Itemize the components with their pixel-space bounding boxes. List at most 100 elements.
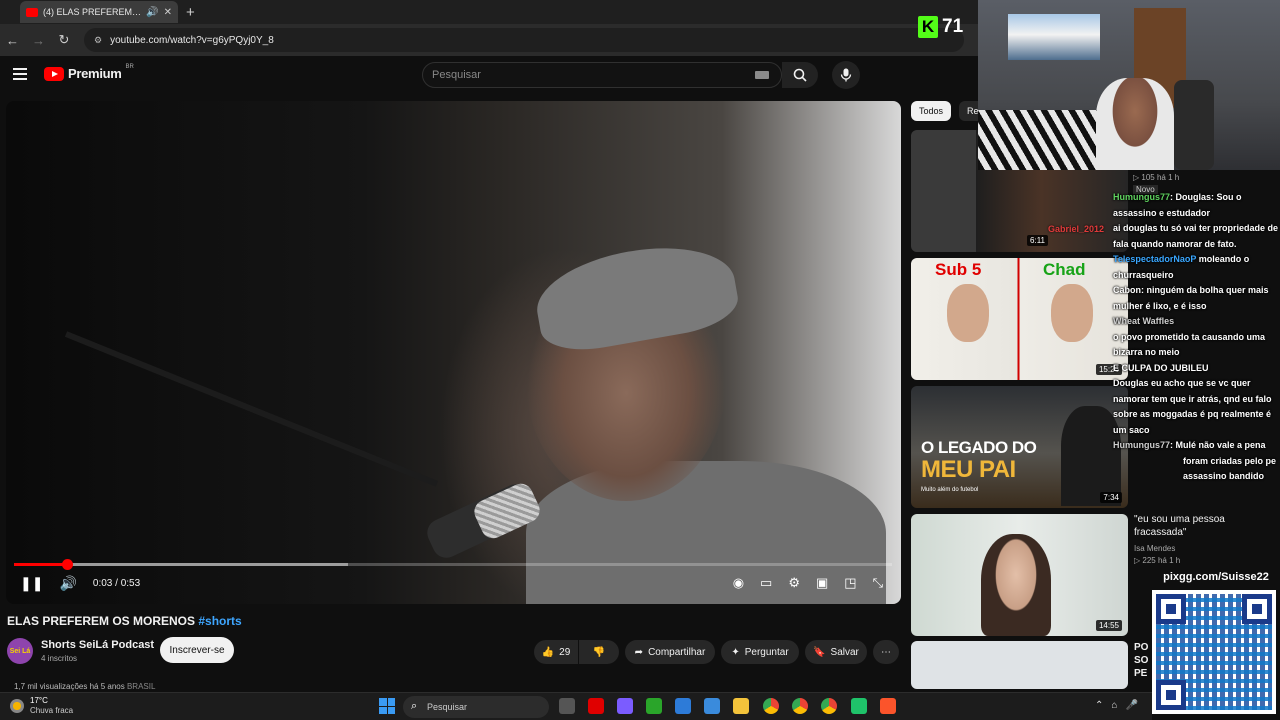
like-count: 29 [559,646,571,658]
stream-app-icon[interactable] [851,698,867,714]
tab-title: (4) ELAS PREFEREM OS MO [43,7,142,17]
thumb-subtitle: Muito além do futebol [921,487,979,493]
weather-widget[interactable]: 17°C Chuva fraca [10,696,73,716]
subscriber-count: 4 inscritos [41,654,78,663]
network-icon[interactable]: ⌂ [1111,700,1117,711]
weather-icon [10,699,24,713]
voice-search-button[interactable] [832,61,860,89]
notepad-app-icon[interactable] [675,698,691,714]
brave-browser-icon[interactable] [880,698,896,714]
views-tag[interactable]: BRASIL [127,682,155,691]
windows-start-icon[interactable] [379,698,395,714]
recommended-video-title-4[interactable]: "eu sou uma pessoa fracassada" [1134,513,1232,539]
new-tab-button[interactable]: + [186,4,195,21]
chrome-profile-icon[interactable] [792,698,808,714]
chat-message: TelespectadorNaoP moleando o churrasquei… [1113,252,1280,283]
browser-tab[interactable]: (4) ELAS PREFEREM OS MO 🔊 ✕ [20,1,178,23]
donation-qr-code [1152,590,1276,714]
progress-scrubber[interactable] [61,559,73,570]
thumb-label-sub5: Sub 5 [935,260,982,279]
reload-icon[interactable]: ↻ [58,32,70,48]
video-hashtag[interactable]: #shorts [198,614,241,628]
chevron-up-icon[interactable]: ⌃ [1095,700,1103,711]
settings-gear-icon[interactable]: ⚙ [788,575,800,591]
chrome-icon[interactable] [763,698,779,714]
save-button[interactable]: 🔖 Salvar [805,640,867,664]
vpn-app-icon[interactable] [617,698,633,714]
search-button[interactable] [782,62,818,88]
calculator-app-icon[interactable] [704,698,720,714]
chat-message: Humungus77: Mulé não vale a pena [1113,440,1266,450]
url-text: youtube.com/watch?v=g6yPQyj0Y_8 [110,34,274,46]
video-title-text: ELAS PREFEREM OS MORENOS [7,614,196,628]
dislike-button[interactable]: 👎 [579,640,619,664]
subtitles-icon[interactable]: ▭ [760,575,772,591]
chat-message: ai douglas tu só vai ter propriedade de … [1113,221,1280,252]
miniplayer-icon[interactable]: ▣ [816,575,828,591]
volume-icon[interactable]: 🔊 [59,575,76,592]
kick-viewer-count: K 71 [918,16,963,38]
video-player[interactable]: ❚❚ 🔊 0:03 / 0:53 ◉ ▭ ⚙ ▣ ◳ ⤡ [6,101,901,604]
youtube-header: Premium BR Pesquisar [0,56,978,96]
pause-icon[interactable]: ❚❚ [20,575,43,592]
file-explorer-icon[interactable] [733,698,749,714]
xbox-app-icon[interactable] [646,698,662,714]
chat-text: ai douglas tu só vai ter propriedade de … [1113,223,1279,249]
logo-country: BR [125,63,134,70]
progress-bar[interactable] [14,559,892,570]
more-actions-button[interactable]: ⋯ [873,640,899,664]
mic-arm-graphic [64,331,438,487]
task-view-icon[interactable] [559,698,575,714]
taskbar-search-label: Pesquisar [427,702,468,712]
share-icon: ➦ [634,646,644,658]
stream-chat-overlay: Humungus77: Douglas: Sou o assassino e e… [1113,190,1280,485]
fullscreen-icon[interactable]: ⤡ [873,575,883,591]
chat-username: Humungus77 [1113,192,1171,202]
youtube-logo[interactable]: Premium BR [44,63,134,81]
recommended-video-title-5[interactable]: PO SO PE [1134,641,1148,680]
video-title: ELAS PREFEREM OS MORENOS #shorts [7,614,242,628]
face-graphic-left [947,284,989,342]
search-input[interactable]: Pesquisar [422,62,782,88]
sparkle-icon: ✦ [731,646,740,658]
recommended-channel-4[interactable]: Isa Mendes [1134,543,1175,554]
keyboard-icon[interactable] [755,71,769,79]
taskbar-search[interactable]: ⌕ Pesquisar [403,696,549,718]
cast-icon[interactable]: ◳ [844,575,856,591]
chat-text: o povo prometido ta causando uma bizarra… [1113,331,1266,358]
ask-label: Perguntar [744,646,789,658]
recommended-meta-1-views: ▷ 105 há 1 h [1133,173,1180,182]
share-button[interactable]: ➦ Compartilhar [625,640,715,664]
close-tab-icon[interactable]: ✕ [164,7,172,18]
recommended-video-thumbnail-2[interactable]: Sub 5 Chad 15:26 [911,258,1128,380]
autoplay-toggle-icon[interactable]: ◉ [733,575,744,591]
thumb-label-chad: Chad [1043,260,1086,279]
microphone-tray-icon[interactable]: 🎤 [1125,700,1137,711]
chat-message: o povo prometido ta causando uma bizarra… [1113,330,1280,361]
thumb-title-line2: MEU PAI [921,456,1016,483]
recommended-video-thumbnail-5[interactable] [911,641,1128,689]
back-arrow-icon[interactable]: ← [6,33,19,48]
search-placeholder: Pesquisar [432,69,481,81]
qr-finder [1156,594,1186,624]
youtube-play-icon [44,66,64,81]
site-info-icon[interactable]: ⚙ [94,35,102,46]
recommended-video-thumbnail-3[interactable]: O LEGADO DO MEU PAI Muito além do futebo… [911,386,1128,508]
recommended-video-thumbnail-4[interactable]: 14:55 [911,514,1128,636]
youtube-app-icon[interactable] [588,698,604,714]
chrome-profile-icon[interactable] [821,698,837,714]
speaker-icon[interactable]: 🔊 [146,7,158,18]
url-field[interactable]: ⚙ youtube.com/watch?v=g6yPQyj0Y_8 [84,28,964,52]
ask-button[interactable]: ✦ Perguntar [721,640,799,664]
views-text: 1,7 mil visualizações há 5 anos [14,682,125,691]
menu-icon[interactable] [13,68,27,80]
qr-finder [1242,594,1272,624]
channel-name[interactable]: Shorts SeiLá Podcast [41,639,154,651]
like-button[interactable]: 👍 29 [534,640,578,664]
streamer-webcam-overlay [978,0,1280,170]
forward-arrow-icon[interactable]: → [32,33,45,48]
chip-all[interactable]: Todos [911,101,952,121]
chat-text: E CULPA DO JUBILEU [1113,362,1209,373]
channel-avatar[interactable]: Sei Lá [7,638,33,664]
subscribe-button[interactable]: Inscrever-se [160,637,234,663]
